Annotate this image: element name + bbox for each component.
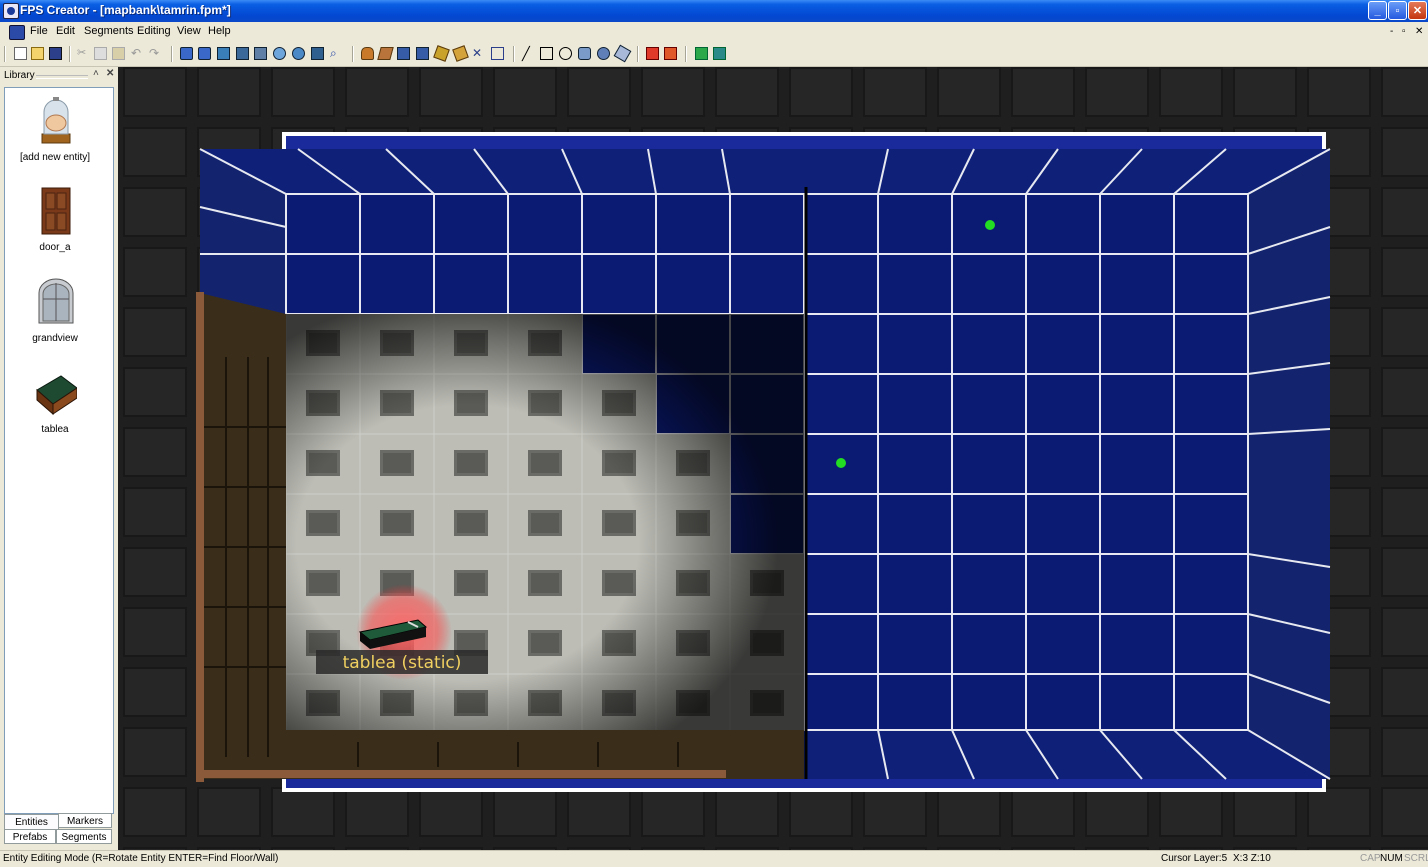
tab-entities[interactable]: Entities: [4, 814, 59, 829]
line-tool-icon[interactable]: ╱: [522, 47, 535, 60]
toolbar-separator: [4, 46, 6, 62]
toolbar-separator: [352, 46, 354, 62]
wall-trim-bottom: [196, 770, 726, 778]
document-icon[interactable]: [9, 25, 25, 40]
panel-collapse-icon[interactable]: ˄: [93, 68, 99, 79]
mdi-minimize-button[interactable]: -: [1390, 26, 1393, 37]
menu-edit[interactable]: Edit: [56, 25, 75, 37]
pick-icon[interactable]: ✕: [472, 47, 485, 60]
map-viewport[interactable]: tablea (static): [118, 67, 1428, 850]
zoom-out-icon[interactable]: [198, 47, 211, 60]
mdi-close-button[interactable]: ✕: [1415, 26, 1423, 37]
paint-alt-icon[interactable]: [416, 47, 429, 60]
flag-icon[interactable]: [646, 47, 659, 60]
search-icon[interactable]: ⌕: [330, 47, 343, 60]
menu-help[interactable]: Help: [208, 25, 231, 37]
tab-segments[interactable]: Segments: [56, 829, 112, 844]
fill-tool-icon[interactable]: [578, 47, 591, 60]
cut-icon[interactable]: ✂: [77, 47, 90, 60]
title-bar: FPS Creator - [mapbank\tamrin.fpm*] _ ▫ …: [0, 0, 1428, 22]
brush-icon[interactable]: [433, 45, 450, 62]
zoom-in-icon[interactable]: [180, 47, 193, 60]
select-area-icon[interactable]: [491, 47, 504, 60]
wall-right: [1248, 149, 1330, 779]
build-game-icon[interactable]: [695, 47, 708, 60]
scroll-indicator: SCRL: [1404, 853, 1428, 864]
toolbar-separator: [637, 46, 639, 62]
coordinates-status: X:3 Z:10: [1233, 853, 1271, 864]
entity-mode-icon[interactable]: [361, 47, 374, 60]
door-icon: [41, 187, 71, 235]
save-icon[interactable]: [49, 47, 62, 60]
status-bar: Entity Editing Mode (R=Rotate Entity ENT…: [0, 850, 1428, 867]
rectangle-tool-icon[interactable]: [540, 47, 553, 60]
window-icon: [38, 278, 74, 324]
pencil-icon[interactable]: [452, 45, 469, 62]
marker-light[interactable]: [836, 458, 846, 468]
toolbar-separator: [513, 46, 515, 62]
level-map[interactable]: tablea (static): [118, 67, 1428, 850]
wall-top: [200, 149, 1330, 194]
redo-icon[interactable]: ↷: [149, 47, 162, 60]
panel-grip[interactable]: [36, 75, 88, 79]
tab-prefabs[interactable]: Prefabs: [4, 829, 56, 844]
restore-button[interactable]: ▫: [1388, 1, 1407, 20]
entity-label: [add new entity]: [19, 152, 91, 163]
app-icon[interactable]: [3, 3, 19, 19]
library-panel: Library ˄ ✕ [add new entity] door_a gran…: [0, 67, 118, 850]
window-title: FPS Creator - [mapbank\tamrin.fpm*]: [20, 3, 231, 17]
library-title: Library: [4, 70, 35, 81]
selected-entity-label: tablea (static): [343, 653, 462, 673]
mdi-restore-button[interactable]: ▫: [1402, 26, 1406, 37]
num-indicator: NUM: [1380, 853, 1403, 864]
open-folder-icon[interactable]: [31, 47, 44, 60]
tab-markers[interactable]: Markers: [58, 813, 112, 828]
menu-file[interactable]: File: [30, 25, 48, 37]
entity-label: grandview: [32, 333, 78, 344]
flag-alt-icon[interactable]: [664, 47, 677, 60]
layer-down-icon[interactable]: [236, 47, 249, 60]
spray-tool-icon[interactable]: [597, 47, 610, 60]
marker-light[interactable]: [985, 220, 995, 230]
test-game-icon[interactable]: [713, 47, 726, 60]
paste-icon[interactable]: [112, 47, 125, 60]
toolbar-separator: [69, 46, 71, 62]
mode-status: Entity Editing Mode (R=Rotate Entity ENT…: [3, 853, 279, 864]
toolbar-separator: [685, 46, 687, 62]
cursor-layer-status: Cursor Layer:5: [1161, 853, 1228, 864]
entity-label: tablea: [41, 424, 69, 435]
table-icon: [36, 375, 77, 416]
segment-mode-icon[interactable]: [377, 47, 394, 60]
eyedropper-icon[interactable]: [613, 44, 632, 63]
close-button[interactable]: ✕: [1408, 1, 1427, 20]
view-top-icon[interactable]: [273, 47, 286, 60]
undo-icon[interactable]: ↶: [131, 47, 144, 60]
toolbar-separator: [171, 46, 173, 62]
menu-view[interactable]: View: [177, 25, 201, 37]
copy-icon[interactable]: [94, 47, 107, 60]
brain-jar-icon: [41, 97, 71, 144]
minimize-button[interactable]: _: [1368, 1, 1387, 20]
menu-segments[interactable]: Segments: [84, 25, 134, 37]
test-level-icon[interactable]: [311, 47, 324, 60]
layer-up-icon[interactable]: [217, 47, 230, 60]
toolbar: ✂ ↶ ↷ ⌕ ✕ ╱: [0, 42, 1428, 67]
wall-trim-left: [196, 292, 204, 782]
view-rotate-icon[interactable]: [292, 47, 305, 60]
menu-editing[interactable]: Editing: [137, 25, 171, 37]
new-file-icon[interactable]: [14, 47, 27, 60]
entity-list: [add new entity] door_a grandview tablea: [4, 87, 114, 814]
layers-icon[interactable]: [254, 47, 267, 60]
menu-bar: File Edit Segments Editing View Help - ▫…: [0, 22, 1428, 42]
panel-close-icon[interactable]: ✕: [106, 68, 114, 79]
circle-tool-icon[interactable]: [559, 47, 572, 60]
entity-label: door_a: [39, 242, 71, 253]
caps-indicator: CAP: [1360, 853, 1381, 864]
paint-icon[interactable]: [397, 47, 410, 60]
